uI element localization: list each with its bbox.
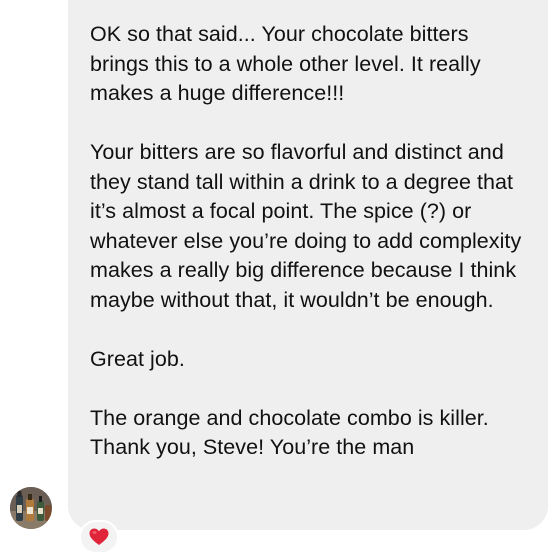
message-paragraph-1: OK so that said... Your chocolate bitter… — [90, 22, 481, 105]
message-bubble[interactable]: OK so that said... Your chocolate bitter… — [68, 0, 548, 530]
sender-avatar[interactable] — [10, 487, 52, 529]
message-paragraph-3: Great job. — [90, 346, 185, 371]
red-heart-icon — [89, 528, 109, 545]
reaction-badge[interactable] — [79, 520, 119, 554]
message-paragraph-4: The orange and chocolate combo is killer… — [90, 405, 489, 460]
message-paragraph-2: Your bitters are so flavorful and distin… — [90, 140, 522, 312]
avatar-photo-icon — [10, 487, 52, 529]
chat-thread: OK so that said... Your chocolate bitter… — [0, 0, 560, 560]
